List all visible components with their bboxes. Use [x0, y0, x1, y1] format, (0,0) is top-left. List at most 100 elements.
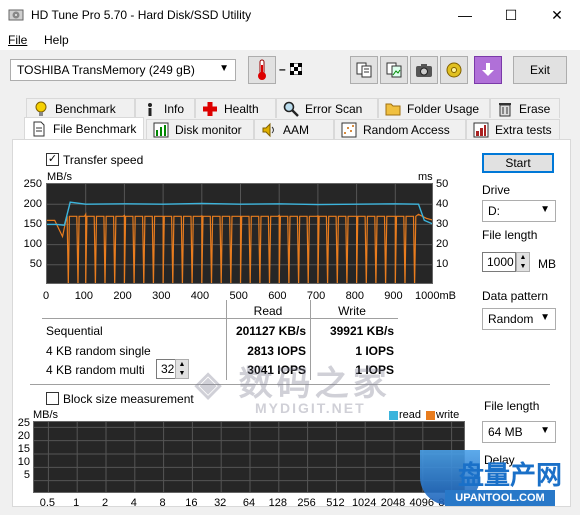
- tab-label: Extra tests: [495, 122, 552, 137]
- block-file-length-combo[interactable]: 64 MB ▼: [482, 421, 556, 443]
- bar-chart-icon: [153, 122, 169, 137]
- watermark-logo: ◈ 数码之家: [195, 365, 391, 403]
- extra-tests-icon: [473, 122, 489, 137]
- chevron-down-icon: ▼: [219, 63, 229, 74]
- close-button[interactable]: ✕: [534, 0, 580, 30]
- save-button[interactable]: [474, 56, 502, 84]
- menu-bar: File Help: [0, 30, 580, 50]
- tab-label: Benchmark: [55, 101, 116, 116]
- block-y-tick: 5: [23, 469, 30, 481]
- block-size-checkbox[interactable]: [46, 392, 59, 405]
- tab-label: Random Access: [363, 122, 450, 137]
- minimize-button[interactable]: —: [442, 0, 488, 30]
- y-axis-unit-right: ms: [418, 171, 433, 183]
- drive-select[interactable]: TOSHIBA TransMemory (249 gB) ▼: [10, 59, 236, 81]
- document-icon: [33, 121, 45, 136]
- x-tick-label: 800: [345, 290, 364, 302]
- exit-button[interactable]: Exit: [513, 56, 567, 84]
- trash-icon: [499, 102, 511, 116]
- x-tick-label: 0: [43, 290, 50, 302]
- block-y-tick: 25: [17, 417, 30, 429]
- tab-disk-monitor[interactable]: Disk monitor: [146, 119, 254, 139]
- tab-label: AAM: [283, 122, 310, 137]
- write-legend-label: write: [436, 409, 460, 421]
- file-length-spinner[interactable]: ▲ ▼: [516, 252, 530, 272]
- y-tick-left: 150: [23, 218, 42, 230]
- tab-info[interactable]: Info: [135, 98, 195, 118]
- random-multi-label: 4 KB random multi: [46, 363, 145, 377]
- folder-icon: [385, 103, 401, 115]
- tab-extra-tests[interactable]: Extra tests: [466, 119, 560, 139]
- y-tick-left: 200: [23, 198, 42, 210]
- x-tick-label: 500: [229, 290, 248, 302]
- drive-combo[interactable]: D: ▼: [482, 200, 556, 222]
- chevron-down-icon: ▼: [540, 204, 550, 215]
- data-pattern-label: Data pattern: [482, 289, 549, 303]
- data-pattern-combo[interactable]: Random ▼: [482, 308, 556, 330]
- tab-benchmark[interactable]: Benchmark: [26, 98, 135, 118]
- write-legend-swatch: [426, 411, 435, 420]
- drive-combo-value: D:: [488, 204, 500, 218]
- y-tick-right: 20: [436, 238, 449, 250]
- tab-label: Disk monitor: [175, 122, 242, 137]
- write-column-header: Write: [338, 304, 366, 318]
- tab-health[interactable]: Health: [195, 98, 276, 118]
- watermark-url: MYDIGIT.NET: [255, 400, 366, 416]
- y-tick-left: 100: [23, 238, 42, 250]
- drive-select-value: TOSHIBA TransMemory (249 gB): [17, 63, 195, 77]
- copy-image-button[interactable]: [380, 56, 408, 84]
- queue-depth-input[interactable]: 32: [156, 359, 176, 379]
- menu-help[interactable]: Help: [44, 33, 69, 47]
- copy-image-icon: [386, 62, 402, 78]
- y-tick-left: 250: [23, 178, 42, 190]
- menu-file[interactable]: File: [8, 33, 27, 47]
- block-unit-label: MB/s: [33, 409, 59, 421]
- block-y-tick: 15: [17, 443, 30, 455]
- magnifier-icon: [283, 101, 299, 117]
- tab-label: Error Scan: [305, 101, 363, 116]
- queue-depth-spinner[interactable]: ▲ ▼: [175, 359, 189, 379]
- temperature-value: –: [279, 62, 286, 76]
- sequential-write: 39921 KB/s: [329, 324, 394, 338]
- block-size-chart: [33, 421, 465, 493]
- tab-erase[interactable]: Erase: [490, 98, 560, 118]
- y-tick-left: 50: [29, 258, 42, 270]
- read-legend-label: read: [399, 409, 422, 421]
- tab-label: Erase: [519, 101, 551, 116]
- y-tick-right: 50: [436, 178, 449, 190]
- temperature-button[interactable]: [248, 56, 276, 84]
- x-tick-label: 600: [268, 290, 287, 302]
- download-arrow-icon: [482, 63, 494, 76]
- tab-label: Health: [224, 101, 259, 116]
- title-bar: HD Tune Pro 5.70 - Hard Disk/SSD Utility…: [0, 0, 580, 30]
- y-tick-right: 40: [436, 198, 449, 210]
- wrench-icon: [446, 62, 462, 78]
- file-length-input[interactable]: 1000: [482, 252, 516, 272]
- options-button[interactable]: [440, 56, 468, 84]
- block-y-tick: 10: [17, 456, 30, 468]
- tab-label: Info: [164, 101, 185, 116]
- tab-file-benchmark[interactable]: File Benchmark: [24, 117, 144, 139]
- health-cross-icon: [203, 101, 217, 116]
- tab-label: Folder Usage: [407, 101, 480, 116]
- transfer-speed-chart: [46, 183, 433, 284]
- x-tick-label: 400: [190, 290, 210, 302]
- transfer-speed-checkbox[interactable]: ✓: [46, 153, 59, 166]
- speaker-icon: [262, 122, 274, 137]
- copy-text-button[interactable]: [350, 56, 378, 84]
- sequential-read: 201127 KB/s: [235, 324, 306, 338]
- tab-folder-usage[interactable]: Folder Usage: [378, 98, 490, 118]
- upantool-logo-text: 盘量产网: [458, 460, 563, 490]
- maximize-button[interactable]: ☐: [488, 0, 534, 30]
- tab-random-access[interactable]: Random Access: [334, 119, 466, 139]
- tab-aam[interactable]: AAM: [254, 119, 334, 139]
- read-column-header: Read: [253, 304, 283, 318]
- start-button[interactable]: Start: [482, 153, 554, 173]
- screenshot-button[interactable]: [410, 56, 438, 84]
- block-y-tick: 20: [17, 430, 30, 442]
- file-length-unit: MB: [538, 257, 556, 271]
- window-title: HD Tune Pro 5.70 - Hard Disk/SSD Utility: [31, 8, 252, 22]
- x-tick-label: 100: [74, 290, 94, 302]
- tab-error-scan[interactable]: Error Scan: [276, 98, 378, 118]
- file-length-label: File length: [482, 228, 538, 242]
